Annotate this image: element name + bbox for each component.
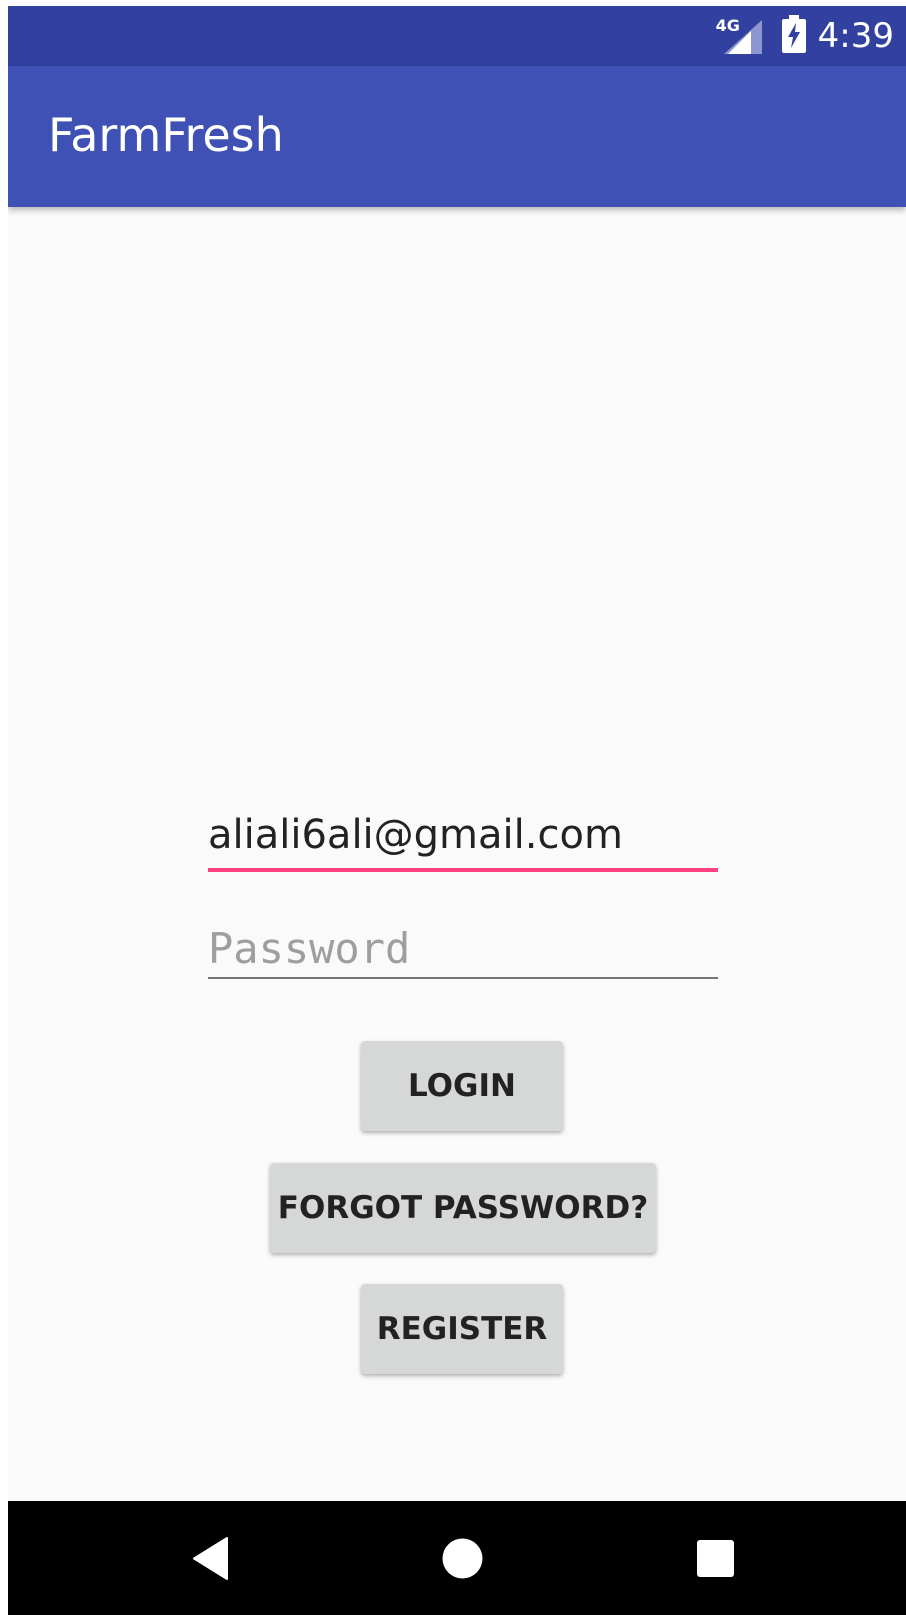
forgot-password-button[interactable]: FORGOT PASSWORD? [270,1163,656,1253]
login-button[interactable]: LOGIN [361,1041,563,1131]
recents-icon[interactable] [693,1536,738,1581]
password-field[interactable]: Password [208,918,718,979]
status-icons: 4G 4:39 [716,6,894,66]
app-title: FarmFresh [48,108,284,162]
register-button[interactable]: REGISTER [361,1284,563,1374]
navigation-bar [8,1501,906,1615]
battery-charging-icon [781,14,806,58]
email-value: aliali6ali@gmail.com [208,812,623,858]
status-bar: 4G 4:39 [8,6,906,66]
password-placeholder: Password [208,924,411,973]
signal-4g-icon: 4G [716,16,766,56]
app-bar: FarmFresh [8,66,906,207]
email-field[interactable]: aliali6ali@gmail.com [208,806,718,872]
status-clock: 4:39 [817,16,894,56]
app-screen: 4G 4:39 FarmFresh aliali6ali@gmail.com P… [8,6,906,1615]
home-icon[interactable] [440,1536,485,1581]
back-icon[interactable] [191,1536,236,1581]
